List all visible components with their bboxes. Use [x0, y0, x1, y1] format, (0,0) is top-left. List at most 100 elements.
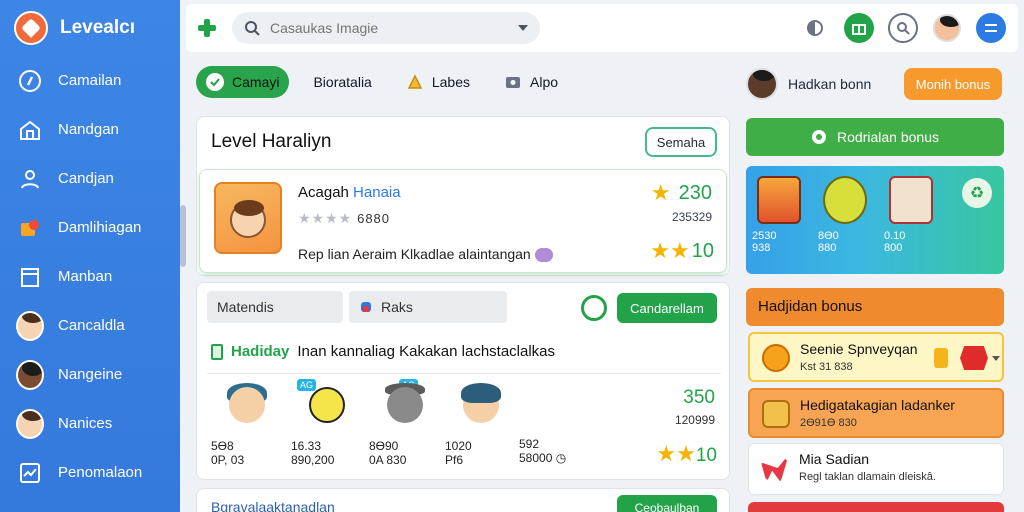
home-icon	[16, 116, 44, 144]
profile-avatar[interactable]	[932, 13, 962, 43]
coin-icon	[812, 130, 827, 144]
chevron-down-icon[interactable]	[518, 25, 528, 31]
list-item[interactable]: 592 58000 ◷	[519, 435, 589, 465]
filter-chip-bioratalia[interactable]: Bioratalia	[303, 66, 381, 98]
sidebar-item-label: Manban	[58, 268, 113, 285]
search-icon	[245, 21, 260, 36]
sidebar-item-nandgan[interactable]: Nandgan	[0, 105, 180, 154]
star-icon: ★★	[650, 238, 690, 263]
rodrialan-bonus-button[interactable]: Rodrialan bonus	[746, 118, 1004, 156]
recycle-icon[interactable]: ♻	[962, 178, 992, 208]
list-item[interactable]: 5Ө8 0P, 03	[211, 379, 281, 467]
sidebar-item-label: Cancaldla	[58, 317, 125, 334]
badge-icon	[361, 302, 371, 312]
sidebar-item-manban[interactable]: Manban	[0, 252, 180, 301]
chevron-down-icon	[992, 356, 1000, 361]
add-icon[interactable]	[196, 17, 218, 39]
coin-icon	[934, 348, 948, 368]
character-avatar	[451, 379, 509, 437]
list-action-button[interactable]: Candarellam	[617, 293, 717, 323]
sidebar-item-label: Candjan	[58, 170, 114, 187]
brand[interactable]: Levealcı	[0, 0, 180, 56]
level-subvalue: 235329	[671, 210, 712, 224]
avatar	[16, 408, 44, 439]
sidebar-item-label: Nanices	[58, 415, 113, 432]
sidebar-item-cancaldla[interactable]: Cancaldla	[0, 301, 180, 350]
list-item[interactable]: AG 8Ө900A 830	[369, 379, 439, 467]
bonus-card[interactable]: Hedigatakagian ladanker 2Ө91Ө 830	[748, 388, 1004, 438]
bonus-card[interactable]: Seenie Spnveyqan Kst 31 838	[748, 332, 1004, 382]
level-item-name: Acagah Hanaia	[298, 184, 401, 201]
sidebar-item-label: Nangeine	[58, 366, 123, 383]
gallery-item[interactable]: 0.10 800	[878, 166, 944, 274]
sidebar-item-camailan[interactable]: Camailan	[0, 56, 180, 105]
list-item[interactable]: 1020 Pf6	[445, 379, 515, 467]
bonus-section-header: Hadjidan bonus	[746, 288, 1004, 326]
level-card: Level Haraliyn Semaha Acagah Hanaia ★★★★…	[196, 116, 730, 276]
moon-icon[interactable]	[800, 13, 830, 43]
sidebar-item-label: Damlihiagan	[58, 219, 142, 236]
sidebar-item-nanices[interactable]: Nanices	[0, 399, 180, 448]
tag-icon	[407, 74, 423, 89]
rating-stars: ★★★★ 6880	[298, 210, 391, 226]
filter-chip-camayi[interactable]: Camayi	[196, 66, 290, 98]
clock-icon: ◷	[555, 451, 567, 465]
filter-chip-labes[interactable]: Labes	[396, 66, 480, 98]
chest-icon	[762, 344, 790, 372]
gallery-item[interactable]: 2530 938	[746, 166, 812, 274]
image-icon	[506, 77, 520, 88]
divider	[207, 373, 721, 374]
list-panel: Matendis Raks Candarellam Hadiday Inan ka…	[196, 282, 730, 480]
bottom-panel-button[interactable]: Ceobaulban	[617, 495, 717, 512]
gift-icon[interactable]	[844, 13, 874, 43]
shop-icon	[757, 176, 801, 224]
sidebar-item-penomalaon[interactable]: Penomalaon	[0, 448, 180, 497]
sidebar-item-label: Camailan	[58, 72, 122, 89]
star-icon: ★★	[656, 441, 696, 466]
search-input[interactable]	[270, 20, 508, 36]
checkbox-icon[interactable]	[211, 343, 223, 360]
compass-icon	[16, 67, 44, 95]
level-action-button[interactable]: Semaha	[645, 127, 717, 157]
tab-matendis[interactable]: Matendis	[207, 291, 343, 323]
list-star-score: ★★10	[656, 441, 717, 466]
app-root: Levealcı Camailan Nandgan Candjan Damlih…	[0, 0, 1024, 512]
current-user[interactable]: Hadkan bonn	[746, 68, 871, 100]
user-icon	[16, 165, 44, 193]
sidebar-item-nangeine[interactable]: Nangeine	[0, 350, 180, 399]
menu-icon[interactable]	[976, 13, 1006, 43]
sidebar-item-damlihiagan[interactable]: Damlihiagan	[0, 203, 180, 252]
filter-chip-alpo[interactable]: Alpo	[494, 66, 568, 98]
sidebar-item-label: Nandgan	[58, 121, 119, 138]
sidebar-item-label: Penomalaon	[58, 464, 143, 481]
list-tabs: Matendis Raks	[207, 291, 507, 323]
avatar	[16, 359, 44, 390]
list-subvalue: 120999	[674, 413, 715, 427]
topbar-actions	[800, 13, 1006, 43]
sidebar-scrollbar[interactable]	[180, 205, 186, 267]
search-bar[interactable]	[232, 12, 540, 44]
chart-icon	[16, 459, 44, 487]
sidebar-item-candjan[interactable]: Candjan	[0, 154, 180, 203]
character-avatar: AG	[375, 379, 433, 437]
bonus-card-partial[interactable]	[748, 502, 1004, 512]
bonus-card[interactable]: Mia Sadian Regl taklan dlamain dleiskâ.	[748, 443, 1004, 495]
app-name: Levealcı	[60, 17, 135, 38]
sidebar: Levealcı Camailan Nandgan Candjan Damlih…	[0, 0, 180, 512]
gallery-item[interactable]: 8Ө0 880	[812, 166, 878, 274]
avatar	[16, 310, 44, 341]
filter-bar: Camayi Bioratalia Labes Alpo	[196, 66, 568, 98]
level-star-score: ★★ 10	[650, 238, 714, 263]
search-circle-icon[interactable]	[888, 13, 918, 43]
character-avatar	[217, 379, 275, 437]
user-name: Hadkan bonn	[788, 76, 872, 92]
character-icon	[823, 176, 867, 224]
reward-gallery: 2530 938 8Ө0 880 0.10 800 ♻	[746, 166, 1004, 274]
avatar	[746, 68, 778, 100]
tab-raks[interactable]: Raks	[349, 291, 507, 323]
bonus-button[interactable]: Monih bonus	[904, 68, 1002, 100]
list-item[interactable]: AG 16.33 890,200	[291, 379, 361, 467]
level-item[interactable]: Acagah Hanaia ★★★★ 6880 Rep lian Aeraim …	[199, 169, 727, 273]
refresh-icon[interactable]	[581, 295, 607, 321]
check-icon	[206, 73, 224, 91]
